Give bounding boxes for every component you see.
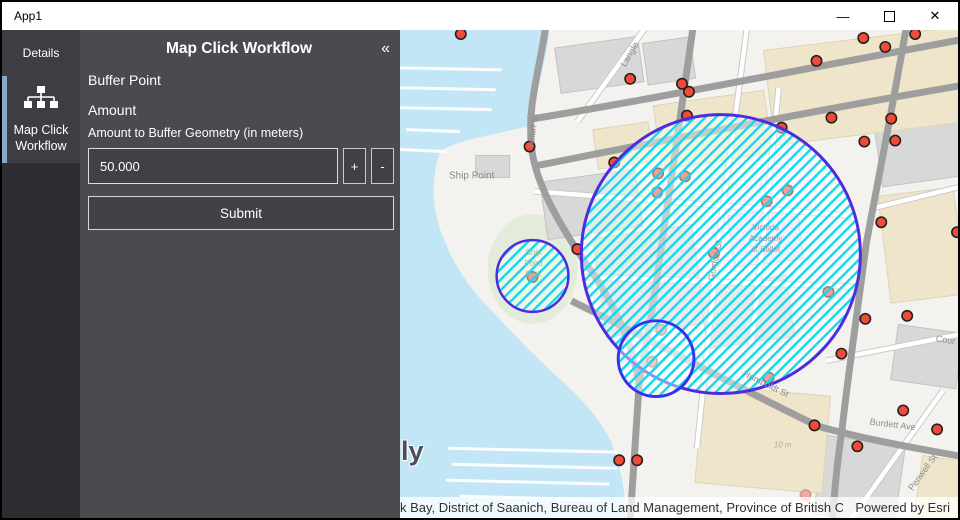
map-view[interactable]: Ship Point Wharf St Langle Gordon St Humbold… (400, 30, 958, 518)
tab-details[interactable]: Details (2, 30, 80, 76)
map-label: 10 m (774, 440, 792, 449)
amount-field-label: Amount to Buffer Geometry (in meters) (88, 126, 304, 140)
minimize-button[interactable]: — (820, 2, 866, 30)
sidebar-item-map-click-workflow[interactable]: Map Click Workflow (2, 76, 80, 163)
increment-button[interactable]: + (343, 148, 366, 184)
map-point (951, 226, 958, 239)
map-canvas: Ship PointWharf StLangleGordon StHumbold… (400, 30, 958, 518)
map-point (810, 54, 823, 67)
map-label: Ship Point (449, 170, 495, 181)
buffer-point-heading: Buffer Point (88, 72, 161, 88)
app-window: App1 — ✕ Details Map Click Workflow Map … (0, 0, 960, 520)
map-attribution-bar: k Bay, District of Saanich, Bureau of La… (400, 497, 958, 518)
map-point (682, 85, 695, 98)
sitemap-icon (24, 86, 58, 115)
map-point (631, 454, 644, 467)
map-point (897, 404, 910, 417)
amount-input[interactable] (88, 148, 338, 184)
maximize-icon (883, 10, 895, 22)
selected-accent-bar (2, 76, 7, 163)
panel-header: Map Click Workflow « (88, 40, 394, 58)
map-point (808, 419, 821, 432)
map-point (931, 423, 944, 436)
map-point (454, 30, 467, 40)
decrement-button[interactable]: - (371, 148, 394, 184)
map-point (858, 135, 871, 148)
map-label: Park (525, 270, 541, 279)
map-point (857, 31, 870, 44)
map-point (879, 40, 892, 53)
submit-button[interactable]: Submit (88, 196, 394, 230)
close-button[interactable]: ✕ (912, 2, 958, 30)
map-label: Ship (526, 248, 542, 257)
map-point (901, 309, 914, 322)
sidebar-item-label: Map Click Workflow (13, 123, 69, 153)
workflow-panel: Map Click Workflow « Buffer Point Amount… (80, 30, 400, 518)
amount-input-row: + - (88, 148, 394, 184)
map-label: Academy (749, 234, 782, 243)
map-point (889, 134, 902, 147)
map-point (624, 72, 637, 85)
map-label: Victoria (752, 223, 779, 232)
map-point (859, 312, 872, 325)
sidebar-filler (2, 163, 80, 518)
map-point (613, 454, 626, 467)
amount-heading: Amount (88, 102, 137, 118)
window-content: Details Map Click Workflow Map Click Wor… (2, 30, 958, 518)
map-point (825, 111, 838, 124)
map-point (885, 112, 898, 125)
map-point (851, 440, 864, 453)
map-point (875, 216, 888, 229)
maximize-button[interactable] (866, 2, 912, 30)
panel-title: Map Click Workflow (165, 40, 313, 57)
attribution-text: k Bay, District of Saanich, Bureau of La… (400, 500, 844, 515)
sidebar: Details Map Click Workflow (2, 30, 80, 518)
powered-by-esri: Powered by Esri (855, 500, 950, 515)
map-point (835, 347, 848, 360)
title-bar: App1 — ✕ (2, 2, 958, 30)
window-title: App1 (14, 9, 43, 23)
buffer-circle (616, 319, 696, 398)
collapse-panel-icon[interactable]: « (366, 40, 394, 58)
map-label: of Ballet (751, 245, 781, 254)
map-label: Point (524, 259, 543, 268)
map-point (909, 30, 922, 40)
